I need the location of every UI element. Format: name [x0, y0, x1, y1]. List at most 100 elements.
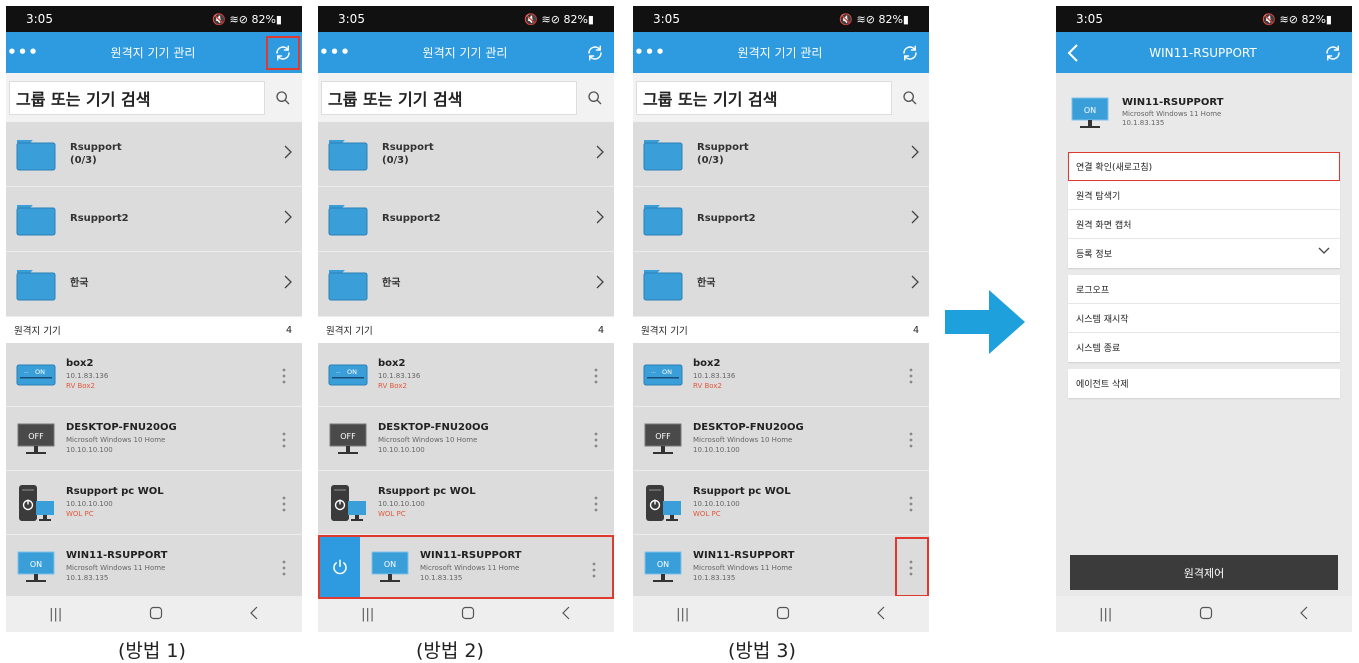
- remote-control-button[interactable]: 원격제어: [1070, 555, 1338, 590]
- more-options-button[interactable]: [588, 365, 604, 387]
- search-button[interactable]: [265, 90, 301, 106]
- folder-list: Rsupport (0/3) Rsupport2 한국: [318, 122, 614, 317]
- device-row[interactable]: Rsupport pc WOL 10.10.10.100 WOL PC: [633, 471, 929, 535]
- folder-title: Rsupport: [70, 141, 122, 153]
- more-vert-icon: [909, 432, 913, 448]
- monitor-on-icon: ON: [644, 551, 682, 582]
- folder-row[interactable]: 한국: [633, 252, 929, 317]
- home-icon[interactable]: [1199, 605, 1213, 624]
- device-row[interactable]: ON WIN11-RSUPPORT Microsoft Windows 11 Hom…: [6, 535, 302, 599]
- device-row[interactable]: ··· ON box2 10.1.83.136 RV Box2: [6, 343, 302, 407]
- folder-icon: [643, 140, 683, 171]
- back-nav-icon[interactable]: [249, 605, 259, 624]
- folder-row[interactable]: Rsupport (0/3): [318, 122, 614, 187]
- device-row[interactable]: Rsupport pc WOL 10.10.10.100 WOL PC: [6, 471, 302, 535]
- menu-item-remote-explorer[interactable]: 원격 탐색기: [1068, 181, 1340, 210]
- search-row: 그룹 또는 기기 검색: [633, 73, 929, 122]
- devices-section-header: 원격지 기기 4: [318, 317, 614, 343]
- menu-item-screen-capture[interactable]: 원격 화면 캡처: [1068, 210, 1340, 239]
- folder-name: 한국: [697, 277, 715, 291]
- refresh-button[interactable]: [1316, 36, 1350, 70]
- folder-title: Rsupport: [382, 141, 434, 153]
- more-options-button[interactable]: [276, 493, 292, 515]
- folder-name: Rsupport2: [382, 212, 441, 226]
- more-options-button[interactable]: [586, 559, 602, 581]
- folder-icon: [328, 205, 368, 236]
- device-row[interactable]: OFF DESKTOP-FNU20OG Microsoft Windows 10 H…: [6, 407, 302, 471]
- menu-item-logoff[interactable]: 로그오프: [1068, 275, 1340, 304]
- folder-row[interactable]: Rsupport (0/3): [6, 122, 302, 187]
- more-menu-button[interactable]: •••: [318, 45, 352, 60]
- refresh-button[interactable]: [893, 36, 927, 70]
- search-input[interactable]: 그룹 또는 기기 검색: [9, 80, 265, 115]
- device-row[interactable]: OFF DESKTOP-FNU20OG Microsoft Windows 10 H…: [633, 407, 929, 471]
- more-menu-button[interactable]: •••: [6, 45, 40, 60]
- wol-pc-icon: [19, 484, 54, 521]
- device-row[interactable]: OFF DESKTOP-FNU20OG Microsoft Windows 10 H…: [318, 407, 614, 471]
- recent-apps-icon[interactable]: |||: [49, 607, 62, 622]
- back-nav-icon[interactable]: [561, 605, 571, 624]
- chevron-right-icon: [596, 145, 604, 159]
- home-icon[interactable]: [149, 605, 163, 624]
- menu-item-delete-agent[interactable]: 에이전트 삭제: [1068, 369, 1340, 398]
- svg-text:ON: ON: [30, 560, 42, 569]
- search-input[interactable]: 그룹 또는 기기 검색: [636, 80, 892, 115]
- back-nav-icon[interactable]: [876, 605, 886, 624]
- recent-apps-icon[interactable]: |||: [361, 607, 374, 622]
- recent-apps-icon[interactable]: |||: [1099, 607, 1112, 622]
- status-icons: 🔇 ≋⊘ 82%▮: [212, 12, 282, 26]
- back-button[interactable]: [1056, 43, 1090, 62]
- svg-text:···: ···: [24, 370, 29, 376]
- device-row[interactable]: ··· ON box2 10.1.83.136 RV Box2: [633, 343, 929, 407]
- folder-row[interactable]: Rsupport2: [633, 187, 929, 252]
- recent-apps-icon[interactable]: |||: [676, 607, 689, 622]
- more-options-button[interactable]: [588, 429, 604, 451]
- devices-section-header: 원격지 기기 4: [6, 317, 302, 343]
- folder-row[interactable]: 한국: [6, 252, 302, 317]
- device-name: DESKTOP-FNU20OG: [66, 422, 177, 434]
- folder-row[interactable]: 한국: [318, 252, 614, 317]
- svg-text:ON: ON: [657, 560, 669, 569]
- svg-text:OFF: OFF: [340, 432, 356, 441]
- refresh-button[interactable]: [578, 36, 612, 70]
- back-nav-icon[interactable]: [1299, 605, 1309, 624]
- device-row[interactable]: Rsupport pc WOL 10.10.10.100 WOL PC: [318, 471, 614, 535]
- folder-row[interactable]: Rsupport (0/3): [633, 122, 929, 187]
- device-detail-2: 10.1.83.135: [66, 573, 109, 582]
- more-options-button[interactable]: [276, 429, 292, 451]
- rvbox-icon: ··· ON: [643, 364, 683, 385]
- folder-list: Rsupport (0/3) Rsupport2 한국: [6, 122, 302, 317]
- search-input[interactable]: 그룹 또는 기기 검색: [321, 80, 577, 115]
- more-options-button[interactable]: [903, 429, 919, 451]
- more-menu-button[interactable]: •••: [633, 45, 667, 60]
- device-detail-1: 10.1.83.136: [378, 372, 421, 381]
- device-name: box2: [693, 358, 721, 370]
- device-row[interactable]: ON WIN11-RSUPPORT Microsoft Windows 11 Hom…: [318, 534, 614, 599]
- svg-text:OFF: OFF: [655, 432, 671, 441]
- device-name: DESKTOP-FNU20OG: [693, 422, 804, 434]
- menu-item-check-connection[interactable]: 연결 확인(새로고침): [1068, 152, 1340, 181]
- app-title: 원격지 기기 관리: [737, 46, 823, 60]
- power-button[interactable]: [320, 536, 360, 597]
- device-row[interactable]: ON WIN11-RSUPPORT Microsoft Windows 11 Hom…: [633, 535, 929, 599]
- search-button[interactable]: [892, 90, 928, 106]
- menu-item-restart[interactable]: 시스템 재시작: [1068, 304, 1340, 333]
- more-options-button[interactable]: [588, 493, 604, 515]
- more-options-button[interactable]: [276, 557, 292, 579]
- menu-item-shutdown[interactable]: 시스템 종료: [1068, 333, 1340, 362]
- device-name: WIN11-RSUPPORT: [66, 550, 168, 562]
- search-button[interactable]: [577, 90, 613, 106]
- more-options-button[interactable]: [903, 493, 919, 515]
- device-row[interactable]: ··· ON box2 10.1.83.136 RV Box2: [318, 343, 614, 407]
- more-options-button[interactable]: [276, 365, 292, 387]
- folder-count: (0/3): [697, 155, 724, 166]
- menu-item-label: 등록 정보: [1076, 250, 1112, 260]
- folder-row[interactable]: Rsupport2: [318, 187, 614, 252]
- device-detail-1: 10.1.83.136: [693, 372, 736, 381]
- folder-row[interactable]: Rsupport2: [6, 187, 302, 252]
- home-icon[interactable]: [461, 605, 475, 624]
- refresh-button[interactable]: [266, 35, 300, 70]
- menu-item-registration-info[interactable]: 등록 정보: [1068, 239, 1340, 268]
- home-icon[interactable]: [776, 605, 790, 624]
- more-options-button[interactable]: [903, 365, 919, 387]
